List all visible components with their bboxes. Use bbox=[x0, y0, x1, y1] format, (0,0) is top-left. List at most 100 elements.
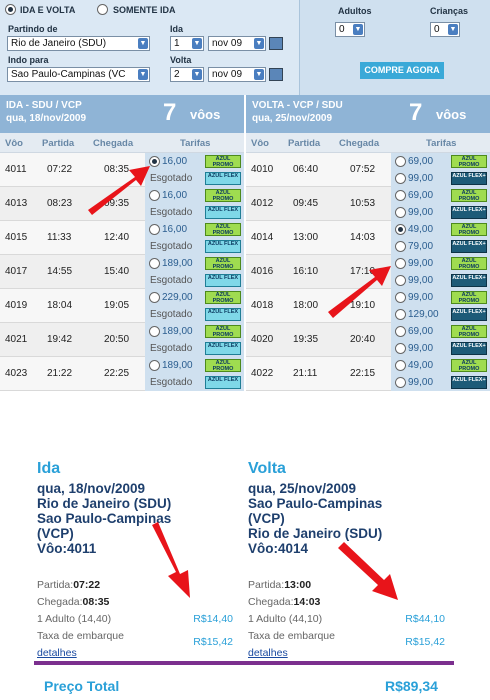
fare-badge: AZUL FLEX bbox=[205, 308, 241, 321]
fare-option[interactable]: Esgotado AZUL FLEX bbox=[147, 273, 244, 289]
flight-row: 4022 21:11 22:15 49,00 AZUL PROMO 99,00 AZUL F… bbox=[246, 357, 490, 391]
radio-one-way[interactable] bbox=[97, 4, 108, 15]
calendar-icon[interactable] bbox=[269, 37, 283, 50]
fare-price: 99,00 bbox=[408, 173, 434, 184]
fare-radio[interactable] bbox=[395, 292, 406, 303]
fare-option[interactable]: Esgotado AZUL FLEX bbox=[147, 375, 244, 391]
outbound-header: IDA - SDU / VCP qua, 18/nov/2009 7 vôos bbox=[0, 95, 244, 133]
volta-day-select[interactable]: 2 ▼ bbox=[170, 67, 204, 82]
fare-radio[interactable] bbox=[395, 156, 406, 167]
fare-option[interactable]: 99,00 AZUL FLEX+ bbox=[393, 375, 490, 391]
fare-option[interactable]: Esgotado AZUL FLEX bbox=[147, 205, 244, 221]
fare-badge: AZUL PROMO bbox=[205, 359, 241, 372]
summary-ida-heading: Ida bbox=[37, 460, 61, 477]
fare-radio[interactable] bbox=[395, 241, 406, 252]
fare-option[interactable]: 69,00 AZUL PROMO bbox=[393, 188, 490, 204]
fare-radio[interactable] bbox=[149, 224, 160, 235]
fare-radio[interactable] bbox=[395, 377, 406, 388]
fare-badge: AZUL PROMO bbox=[205, 291, 241, 304]
fare-option[interactable]: 99,00 AZUL PROMO bbox=[393, 256, 490, 272]
summary-ida-details-link[interactable]: detalhes bbox=[37, 647, 77, 659]
volta-month-select[interactable]: nov 09 ▼ bbox=[208, 67, 266, 82]
fare-badge: AZUL FLEX+ bbox=[451, 274, 487, 287]
flight-arr: 20:50 bbox=[104, 334, 130, 345]
fare-badge: AZUL FLEX+ bbox=[451, 240, 487, 253]
summary-ida-line: Rio de Janeiro (SDU) bbox=[37, 496, 172, 511]
fare-option[interactable]: Esgotado AZUL FLEX bbox=[147, 239, 244, 255]
fare-option[interactable]: 16,00 AZUL PROMO bbox=[147, 188, 244, 204]
fare-option[interactable]: 16,00 AZUL PROMO bbox=[147, 154, 244, 170]
fare-option[interactable]: 189,00 AZUL PROMO bbox=[147, 358, 244, 374]
flight-arr: 17:10 bbox=[350, 266, 376, 277]
flight-arr: 15:40 bbox=[104, 266, 130, 277]
flight-flight: 4021 bbox=[5, 334, 28, 345]
fare-radio[interactable] bbox=[149, 258, 160, 269]
col-arrival: Chegada bbox=[339, 138, 380, 149]
to-select[interactable]: Sao Paulo-Campinas (VC ▼ bbox=[7, 67, 150, 82]
fare-option[interactable]: 99,00 AZUL FLEX+ bbox=[393, 341, 490, 357]
fare-option[interactable]: 49,00 AZUL PROMO bbox=[393, 358, 490, 374]
outbound-panel: IDA - SDU / VCP qua, 18/nov/2009 7 vôos … bbox=[0, 95, 244, 391]
fare-option[interactable]: 49,00 AZUL PROMO bbox=[393, 222, 490, 238]
fare-option[interactable]: Esgotado AZUL FLEX bbox=[147, 307, 244, 323]
fare-option[interactable]: 69,00 AZUL PROMO bbox=[393, 324, 490, 340]
chevron-down-icon: ▼ bbox=[138, 69, 148, 80]
fare-badge: AZUL PROMO bbox=[451, 359, 487, 372]
fare-option[interactable]: 99,00 AZUL FLEX+ bbox=[393, 171, 490, 187]
ida-day-select[interactable]: 1 ▼ bbox=[170, 36, 204, 51]
ida-month-select[interactable]: nov 09 ▼ bbox=[208, 36, 266, 51]
fare-option[interactable]: 16,00 AZUL PROMO bbox=[147, 222, 244, 238]
fare-option[interactable]: Esgotado AZUL FLEX bbox=[147, 171, 244, 187]
dep-time: 07:22 bbox=[73, 579, 101, 591]
fare-radio[interactable] bbox=[395, 173, 406, 184]
fare-option[interactable]: 129,00 AZUL FLEX+ bbox=[393, 307, 490, 323]
adults-select[interactable]: 0 ▼ bbox=[335, 22, 365, 37]
fare-option[interactable]: 189,00 AZUL PROMO bbox=[147, 256, 244, 272]
fare-option[interactable]: 99,00 AZUL FLEX+ bbox=[393, 273, 490, 289]
summary-ida-line: (VCP) bbox=[37, 526, 74, 541]
from-select[interactable]: Rio de Janeiro (SDU) ▼ bbox=[7, 36, 150, 51]
flight-flight: 4012 bbox=[251, 198, 274, 209]
fare-radio[interactable] bbox=[149, 326, 160, 337]
fare-radio[interactable] bbox=[395, 343, 406, 354]
fare-radio[interactable] bbox=[395, 224, 406, 235]
fare-option[interactable]: 69,00 AZUL PROMO bbox=[393, 154, 490, 170]
flight-dep: 11:33 bbox=[47, 232, 72, 243]
fare-option[interactable]: 99,00 AZUL FLEX+ bbox=[393, 205, 490, 221]
inbound-count-label: vôos bbox=[436, 107, 467, 122]
fare-price: 189,00 bbox=[162, 326, 193, 337]
fare-radio[interactable] bbox=[395, 360, 406, 371]
children-select[interactable]: 0 ▼ bbox=[430, 22, 460, 37]
fare-option[interactable]: 229,00 AZUL PROMO bbox=[147, 290, 244, 306]
col-fares: Tarifas bbox=[180, 138, 211, 149]
buy-now-button[interactable]: COMPRE AGORA bbox=[360, 62, 444, 79]
fare-option[interactable]: Esgotado AZUL FLEX bbox=[147, 341, 244, 357]
summary-volta-details-link[interactable]: detalhes bbox=[248, 647, 288, 659]
fare-radio[interactable] bbox=[395, 190, 406, 201]
summary-volta-line: Vôo:4014 bbox=[248, 541, 309, 556]
fare-radio[interactable] bbox=[149, 190, 160, 201]
fare-price: 16,00 bbox=[162, 224, 188, 235]
summary-volta-lines: qua, 25/nov/2009 Sao Paulo-Campinas (VCP… bbox=[248, 481, 382, 556]
fare-radio[interactable] bbox=[395, 326, 406, 337]
fare-option[interactable]: 99,00 AZUL PROMO bbox=[393, 290, 490, 306]
fare-radio[interactable] bbox=[395, 309, 406, 320]
fare-option[interactable]: 79,00 AZUL FLEX+ bbox=[393, 239, 490, 255]
fare-radio[interactable] bbox=[395, 275, 406, 286]
fare-radio[interactable] bbox=[149, 156, 160, 167]
summary-volta-adult-price: R$44,10 bbox=[405, 613, 445, 625]
flight-arr: 14:03 bbox=[350, 232, 376, 243]
flight-row: 4010 06:40 07:52 69,00 AZUL PROMO 99,00 AZUL F… bbox=[246, 153, 490, 187]
fare-badge: AZUL FLEX+ bbox=[451, 342, 487, 355]
fare-radio[interactable] bbox=[149, 292, 160, 303]
radio-round-trip[interactable] bbox=[5, 4, 16, 15]
fare-radio[interactable] bbox=[395, 207, 406, 218]
fare-radio[interactable] bbox=[395, 258, 406, 269]
inbound-title: VOLTA - VCP / SDU bbox=[252, 100, 343, 111]
flight-flight: 4015 bbox=[5, 232, 28, 243]
fare-option[interactable]: 189,00 AZUL PROMO bbox=[147, 324, 244, 340]
fares-cell: 16,00 AZUL PROMO Esgotado AZUL FLEX bbox=[145, 153, 244, 187]
fare-radio[interactable] bbox=[149, 360, 160, 371]
fare-price: 69,00 bbox=[408, 326, 434, 337]
calendar-icon[interactable] bbox=[269, 68, 283, 81]
